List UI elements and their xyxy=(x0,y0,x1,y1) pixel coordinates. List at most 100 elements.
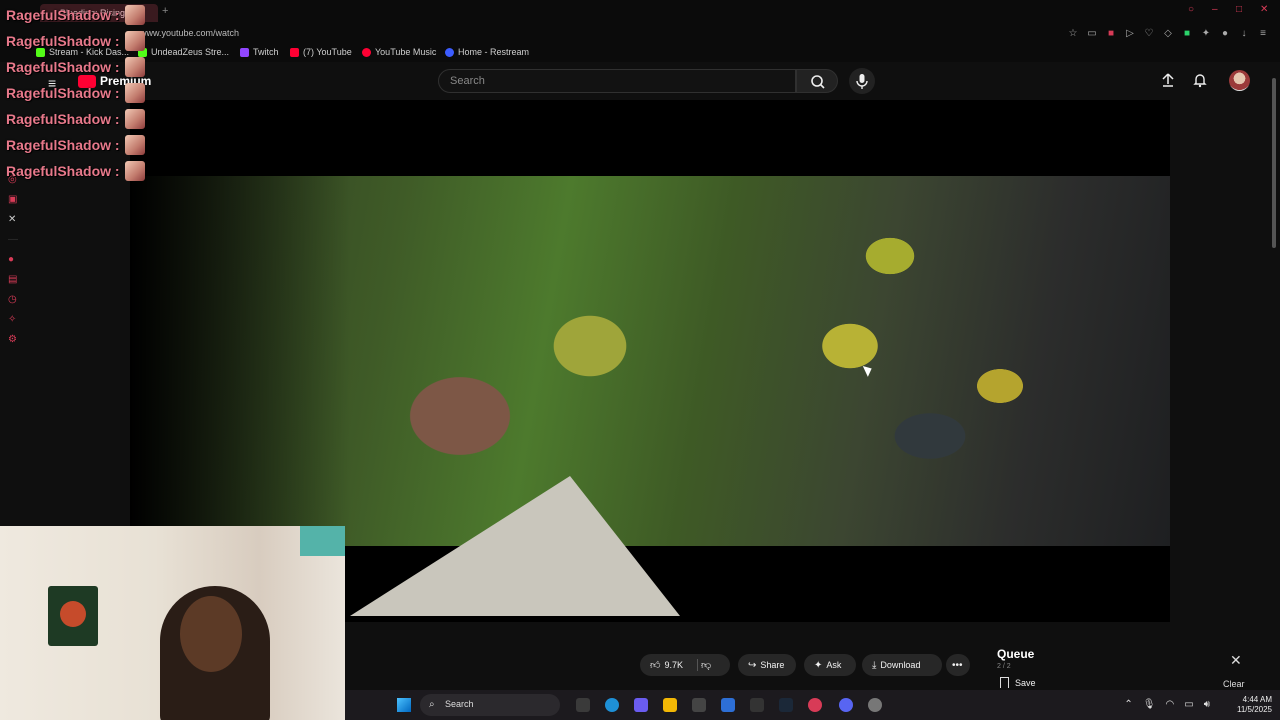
voice-search-button[interactable] xyxy=(849,68,875,94)
x-icon[interactable]: ✕ xyxy=(8,215,18,225)
webcam-background-teal xyxy=(300,526,345,556)
close-window-icon[interactable]: ✕ xyxy=(1260,5,1270,15)
bookmark-undeadzeus[interactable]: UndeadZeus Stre... xyxy=(138,47,229,57)
sidebar-icon[interactable]: ▭ xyxy=(1087,28,1097,39)
chat-message: RagefulShadow : xyxy=(6,2,145,28)
webcam-streamer-head xyxy=(180,596,242,672)
headset-icon[interactable]: ◠ xyxy=(1166,699,1175,710)
heart-icon[interactable]: ♡ xyxy=(1144,28,1154,39)
thumbs-up-icon: 👍︎ xyxy=(650,660,661,671)
chat-message: RagefulShadow : xyxy=(6,28,145,54)
video-building-rooftop xyxy=(350,476,680,616)
chat-username: RagefulShadow : xyxy=(6,111,120,127)
queue-title: Queue xyxy=(997,647,1035,661)
settings-icon[interactable]: ⚙ xyxy=(8,335,18,345)
search-box xyxy=(438,69,796,93)
download-button[interactable]: ⤓ Download xyxy=(862,654,942,676)
share-button[interactable]: ↪ Share xyxy=(738,654,796,676)
history-icon[interactable]: ◷ xyxy=(8,295,18,305)
queue-clear-button[interactable]: Clear xyxy=(1223,679,1245,689)
share-icon: ↪ xyxy=(748,659,757,671)
puzzle-icon[interactable]: ◇ xyxy=(1163,28,1173,39)
chat-username: RagefulShadow : xyxy=(6,163,120,179)
extension-green-icon[interactable]: ■ xyxy=(1182,28,1192,39)
bookmark-youtube[interactable]: (7) YouTube xyxy=(290,47,352,57)
taskbar-search[interactable]: ⌕ Search xyxy=(420,694,560,716)
bookmark-star-icon[interactable]: ☆ xyxy=(1068,28,1078,39)
chat-message: RagefulShadow : xyxy=(6,80,145,106)
divider-icon: — xyxy=(8,234,18,245)
profile-icon[interactable]: ● xyxy=(1220,28,1230,39)
play-icon[interactable]: ▷ xyxy=(1125,28,1135,39)
discord-icon[interactable] xyxy=(839,698,853,712)
network-icon[interactable]: ▭ xyxy=(1184,699,1193,710)
app-x-icon[interactable] xyxy=(750,698,764,712)
chat-username: RagefulShadow : xyxy=(6,59,120,75)
window-controls: ○ – □ ✕ xyxy=(1188,5,1270,15)
new-tab-button[interactable]: + xyxy=(162,5,168,17)
video-frame-aerial-park xyxy=(130,176,1170,616)
twitch-sidebar-icon[interactable]: ▣ xyxy=(8,195,18,205)
queue-save-button[interactable]: Save xyxy=(1000,677,1036,688)
twitch-icon xyxy=(240,47,249,57)
more-actions-button[interactable]: ••• xyxy=(946,654,970,676)
chat-emote-icon xyxy=(124,57,145,77)
youtube-header: ≡ Premium xyxy=(0,62,1280,100)
extension-icons: ☆ ▭ ■ ▷ ♡ ◇ ■ ✦ ● ↓ ≡ xyxy=(1068,28,1268,39)
volume-icon[interactable]: 🔊︎ xyxy=(1204,699,1210,710)
mail-icon[interactable] xyxy=(721,698,735,712)
chat-emote-icon xyxy=(124,161,145,181)
minimize-icon[interactable]: – xyxy=(1212,5,1222,15)
notifications-bell-icon[interactable] xyxy=(1192,72,1208,88)
extensions-sidebar-icon[interactable]: ✧ xyxy=(8,315,18,325)
more-dots-icon: ••• xyxy=(952,659,963,671)
like-divider xyxy=(697,659,698,671)
bookmark-restream[interactable]: Home - Restream xyxy=(445,47,529,57)
search-button[interactable] xyxy=(796,69,838,93)
chat-message: RagefulShadow : xyxy=(6,106,145,132)
menu-icon[interactable]: ≡ xyxy=(1258,28,1268,39)
bookmark-twitch[interactable]: Twitch xyxy=(240,47,279,57)
url-field[interactable]: www.youtube.com/watch xyxy=(140,28,239,38)
page-scrollbar[interactable] xyxy=(1270,68,1278,688)
downloads-icon[interactable]: ↓ xyxy=(1239,28,1249,39)
music-icon[interactable]: ● xyxy=(8,255,18,265)
extensions-icon[interactable]: ✦ xyxy=(1201,28,1211,39)
opera-gx-icon[interactable] xyxy=(808,698,822,712)
edge-icon[interactable] xyxy=(605,698,619,712)
left-icon-strip: ◎ ▣ ✕ — ● ▤ ◷ ✧ ⚙ xyxy=(8,175,24,355)
restore-icon[interactable]: □ xyxy=(1236,5,1246,15)
tray-chevron-icon[interactable]: ⌃ xyxy=(1124,699,1132,710)
upload-icon[interactable] xyxy=(1160,72,1176,88)
thumbs-down-icon[interactable]: 👎︎ xyxy=(701,659,711,671)
youtube-music-icon xyxy=(362,47,371,57)
store-icon[interactable] xyxy=(692,698,706,712)
taskbar-clock[interactable]: 4:44 AM 11/5/2025 xyxy=(1237,695,1272,715)
clock-time: 4:44 AM xyxy=(1242,695,1272,704)
close-icon[interactable]: ✕ xyxy=(1230,652,1242,669)
file-explorer-icon[interactable] xyxy=(663,698,677,712)
copilot-icon[interactable] xyxy=(634,698,648,712)
like-button[interactable]: 👍︎ 9.7K 👎︎ xyxy=(640,654,730,676)
restream-icon xyxy=(445,47,454,57)
chat-message: RagefulShadow : xyxy=(6,132,145,158)
ask-button[interactable]: ✦ Ask xyxy=(804,654,856,676)
search-icon: ⌕ xyxy=(429,699,435,710)
account-avatar[interactable] xyxy=(1229,70,1250,91)
search-tabs-icon[interactable]: ○ xyxy=(1188,5,1198,15)
system-tray: ⌃ 🎙︎ ◠ ▭ 🔊︎ xyxy=(1124,699,1210,710)
bookmark-youtube-music[interactable]: YouTube Music xyxy=(362,47,436,57)
task-view-icon[interactable] xyxy=(576,698,590,712)
search-input[interactable] xyxy=(450,75,770,87)
webcam-wall-art xyxy=(60,601,86,627)
steam-icon[interactable] xyxy=(779,698,793,712)
youtube-icon xyxy=(290,47,299,57)
windows-start-icon[interactable] xyxy=(397,698,411,712)
scrollbar-thumb[interactable] xyxy=(1272,78,1276,248)
adblock-icon[interactable]: ■ xyxy=(1106,28,1116,39)
wallet-icon[interactable]: ▤ xyxy=(8,275,18,285)
microphone-tray-icon[interactable]: 🎙︎ xyxy=(1143,699,1156,710)
obs-icon[interactable] xyxy=(868,698,882,712)
chat-message: RagefulShadow : xyxy=(6,158,145,184)
chat-emote-icon xyxy=(124,31,145,51)
